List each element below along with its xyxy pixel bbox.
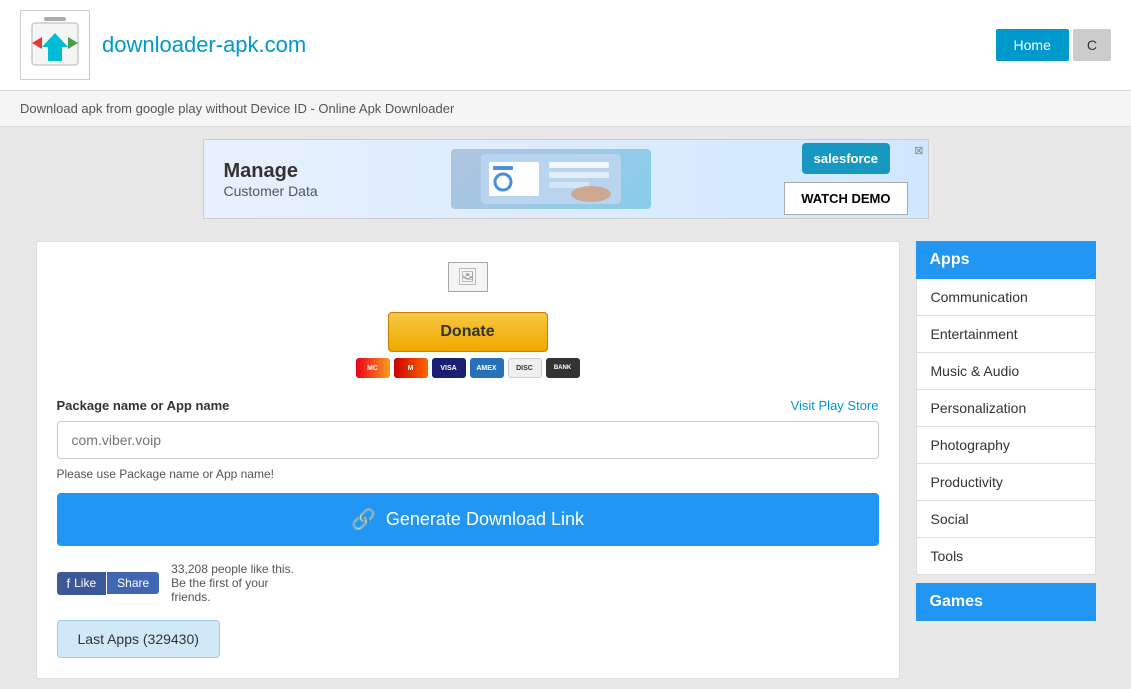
sidebar-item-entertainment[interactable]: Entertainment (916, 316, 1096, 353)
fb-first-text: Be the first of your (171, 576, 294, 590)
payment-icons: MC M VISA AMEX DISC BANK (57, 358, 879, 378)
home-button[interactable]: Home (996, 29, 1069, 61)
donate-area: Donate MC M VISA AMEX DISC BANK (57, 312, 879, 378)
donate-button[interactable]: Donate (388, 312, 548, 352)
ad-subtitle: Customer Data (224, 183, 318, 199)
site-title: downloader-apk.com (102, 32, 306, 58)
logo-box (20, 10, 90, 80)
form-label-row: Package name or App name Visit Play Stor… (57, 398, 879, 413)
salesforce-logo: salesforce (802, 143, 890, 174)
visit-play-store-link[interactable]: Visit Play Store (791, 398, 879, 413)
fb-friends-text: friends. (171, 590, 294, 604)
link-icon: 🔗 (351, 507, 376, 532)
ad-banner: Manage Customer Data salesforce WATCH DE… (203, 139, 929, 219)
package-label: Package name or App name (57, 398, 230, 413)
fb-icon: f (67, 576, 71, 591)
social-bar: f Like Share 33,208 people like this. Be… (57, 562, 879, 604)
header-nav: Home C (996, 29, 1111, 61)
facebook-share-button[interactable]: Share (106, 572, 159, 594)
amex-icon: AMEX (470, 358, 504, 378)
logo-area: downloader-apk.com (20, 10, 306, 80)
sidebar-item-photography[interactable]: Photography (916, 427, 1096, 464)
ad-title: Manage (224, 160, 318, 183)
fb-count-area: 33,208 people like this. Be the first of… (171, 562, 294, 604)
sidebar-games-section: Games (916, 583, 1096, 621)
sidebar-item-music-audio[interactable]: Music & Audio (916, 353, 1096, 390)
ad-image (451, 149, 651, 209)
subtitle-text: Download apk from google play without De… (20, 101, 454, 116)
sidebar-item-personalization[interactable]: Personalization (916, 390, 1096, 427)
ad-action-area: salesforce WATCH DEMO (784, 143, 907, 215)
subtitle-bar: Download apk from google play without De… (0, 91, 1131, 127)
mastercard-icon: MC (356, 358, 390, 378)
content-panel: 🖼 Donate MC M VISA AMEX DISC BANK Packag… (36, 241, 900, 679)
facebook-like-box: f Like Share (57, 572, 160, 595)
package-input[interactable] (57, 421, 879, 459)
sidebar: Apps Communication Entertainment Music &… (916, 241, 1096, 679)
generate-btn-label: Generate Download Link (386, 509, 584, 530)
logo-icon (28, 15, 82, 75)
header: downloader-apk.com Home C (0, 0, 1131, 91)
watch-demo-button[interactable]: WATCH DEMO (784, 182, 907, 215)
discover-icon: DISC (508, 358, 542, 378)
sidebar-item-productivity[interactable]: Productivity (916, 464, 1096, 501)
like-label: Like (74, 576, 96, 590)
package-hint: Please use Package name or App name! (57, 467, 879, 481)
main-layout: 🖼 Donate MC M VISA AMEX DISC BANK Packag… (16, 231, 1116, 689)
sidebar-item-social[interactable]: Social (916, 501, 1096, 538)
fb-count-text: 33,208 people like this. (171, 562, 294, 576)
dashboard-img (481, 154, 621, 204)
last-apps-button[interactable]: Last Apps (329430) (57, 620, 220, 658)
sidebar-games-header: Games (916, 583, 1096, 621)
sidebar-item-communication[interactable]: Communication (916, 279, 1096, 316)
ad-close-button[interactable]: ⊠ (914, 144, 923, 157)
other-nav-button[interactable]: C (1073, 29, 1111, 61)
maestro-icon: M (394, 358, 428, 378)
sidebar-item-tools[interactable]: Tools (916, 538, 1096, 575)
bank-icon: BANK (546, 358, 580, 378)
generate-download-link-button[interactable]: 🔗 Generate Download Link (57, 493, 879, 546)
facebook-like-button[interactable]: f Like (57, 572, 107, 595)
sidebar-apps-header: Apps (916, 241, 1096, 279)
broken-image: 🖼 (448, 262, 488, 292)
visa-icon: VISA (432, 358, 466, 378)
ad-text: Manage Customer Data (224, 160, 318, 199)
sidebar-apps-section: Apps Communication Entertainment Music &… (916, 241, 1096, 575)
